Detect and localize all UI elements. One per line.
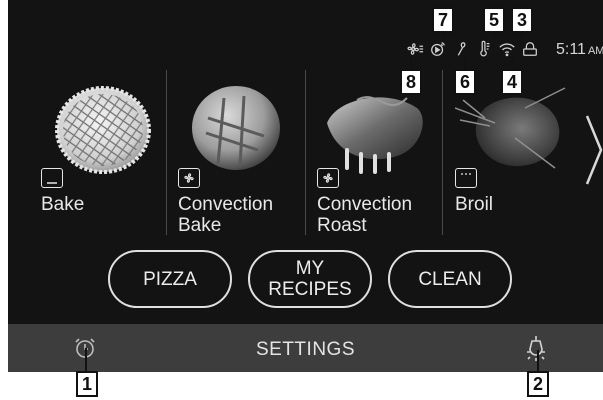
clock-time: 5:11 xyxy=(556,41,586,58)
callout-leader xyxy=(464,56,466,69)
probe-icon xyxy=(451,39,471,59)
callout-leader xyxy=(511,56,513,69)
callout-leader xyxy=(442,31,444,39)
mode-label: Broil xyxy=(455,194,494,215)
mode-bake[interactable]: Bake xyxy=(41,70,171,235)
clock: 5:11 AM xyxy=(556,41,603,59)
my-recipes-button[interactable]: MY RECIPES xyxy=(248,250,372,308)
callout-4: 4 xyxy=(501,69,523,95)
mode-convection-roast[interactable]: Convection Roast xyxy=(317,70,447,236)
mode-convection-bake[interactable]: Convection Bake xyxy=(178,70,308,236)
settings-button[interactable]: SETTINGS xyxy=(8,339,603,361)
status-icons xyxy=(405,38,543,60)
callout-5: 5 xyxy=(483,7,505,33)
callout-leader xyxy=(493,31,495,39)
callout-2: 2 xyxy=(527,371,549,397)
remote-start-icon xyxy=(428,39,448,59)
wifi-icon xyxy=(497,39,517,59)
bread-image xyxy=(192,86,280,170)
main-panel: 5:11 AM Bake Convection Bake Convection … xyxy=(8,0,603,324)
mode-label: Convection Roast xyxy=(317,194,413,236)
clock-ampm: AM xyxy=(587,45,603,57)
callout-6: 6 xyxy=(454,69,476,95)
convection-fan-icon xyxy=(405,39,425,59)
next-arrow-icon[interactable] xyxy=(583,112,603,188)
convection-fan-icon xyxy=(317,168,339,188)
oven-light-icon[interactable] xyxy=(523,334,549,362)
callout-8: 8 xyxy=(400,69,422,95)
pizza-button[interactable]: PIZZA xyxy=(108,250,232,308)
callout-1: 1 xyxy=(76,371,98,397)
callout-3: 3 xyxy=(511,7,533,33)
mode-label: Bake xyxy=(41,194,85,215)
divider xyxy=(442,70,443,235)
callout-7: 7 xyxy=(432,7,454,33)
clean-button[interactable]: CLEAN xyxy=(388,250,512,308)
divider xyxy=(305,70,306,235)
bake-icon xyxy=(41,168,63,188)
lock-icon xyxy=(520,39,540,59)
divider xyxy=(166,70,167,235)
callout-leader xyxy=(410,56,412,69)
callout-leader xyxy=(537,350,539,372)
pie-image xyxy=(55,86,151,174)
callout-leader xyxy=(521,31,523,39)
callout-leader xyxy=(85,348,87,372)
bottom-bar: SETTINGS xyxy=(8,324,603,372)
broil-icon xyxy=(455,168,477,188)
mode-label: Convection Bake xyxy=(178,194,274,236)
thermometer-icon xyxy=(474,39,494,59)
oven-display: 5:11 AM Bake Convection Bake Convection … xyxy=(8,0,603,372)
convection-fan-icon xyxy=(178,168,200,188)
